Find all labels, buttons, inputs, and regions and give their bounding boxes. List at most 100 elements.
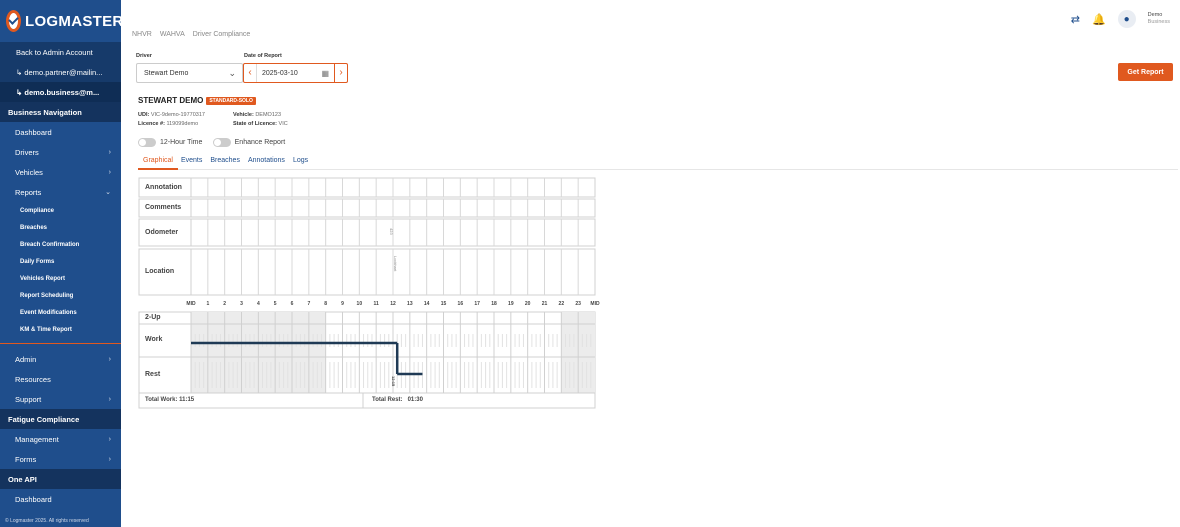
topbar-actions: ⇄ 🔔 ● Demo Business: [1071, 10, 1170, 28]
sidebar-item-label: Admin: [15, 354, 37, 364]
status-row-label: Rest: [145, 371, 161, 378]
sidebar-item-breach-confirmation[interactable]: Breach Confirmation: [0, 236, 121, 253]
bell-icon[interactable]: 🔔: [1092, 13, 1106, 26]
hour12-toggle[interactable]: 12-Hour Time: [138, 138, 202, 147]
sidebar-item-label: Dashboard: [15, 494, 52, 504]
enhance-toggle[interactable]: Enhance Report: [212, 138, 285, 147]
driver-select[interactable]: Stewart Demo ⌄: [136, 63, 243, 83]
user-name: Demo: [1147, 12, 1163, 18]
next-date-button[interactable]: ›: [334, 64, 347, 82]
chevron-right-icon: ›: [108, 395, 111, 403]
hour-label: 20: [524, 301, 531, 307]
prev-date-button[interactable]: ‹: [244, 64, 257, 82]
date-picker[interactable]: ‹ 2025-03-10 ▦ ›: [243, 63, 348, 83]
hour-label: 16: [457, 301, 464, 307]
tab-breaches[interactable]: Breaches: [210, 157, 240, 164]
api-header: One API: [0, 469, 121, 489]
sidebar-item-breaches[interactable]: Breaches: [0, 219, 121, 236]
grid-row-label: Location: [145, 268, 175, 275]
sidebar-item-dashboard[interactable]: Dashboard: [0, 489, 121, 509]
sidebar-item-event-modifications[interactable]: Event Modifications: [0, 304, 121, 321]
total-rest-label: Total Rest:: [372, 397, 403, 403]
sidebar-item-admin[interactable]: Admin ›: [0, 349, 121, 369]
sidebar-item-compliance[interactable]: Compliance: [0, 202, 121, 219]
account-item[interactable]: Back to Admin Account: [0, 42, 121, 62]
tab-driver-compliance[interactable]: Driver Compliance: [193, 31, 251, 38]
hour-label: 3: [240, 301, 243, 307]
tabs-divider: [138, 169, 1178, 170]
toggle-switch[interactable]: [138, 138, 156, 147]
sidebar-item-label: Support: [15, 394, 42, 404]
tab-events[interactable]: Events: [181, 157, 202, 164]
tab-graphical[interactable]: Graphical: [143, 157, 173, 164]
api-nav: Dashboard: [0, 489, 121, 509]
account-switcher: Back to Admin Account ↳ demo.partner@mail…: [0, 42, 121, 102]
total-rest-value: 01:30: [407, 397, 423, 403]
logo-check-icon: [6, 10, 21, 32]
get-report-button[interactable]: Get Report: [1118, 63, 1173, 81]
hour-label: 18: [491, 301, 497, 307]
sidebar-item-forms[interactable]: Forms ›: [0, 449, 121, 469]
tab-logs[interactable]: Logs: [293, 157, 308, 164]
account-item-label: ↳ demo.business@m...: [16, 87, 100, 97]
tab-wahva[interactable]: WAHVA: [160, 31, 185, 38]
date-label: Date of Report: [244, 53, 282, 59]
swap-icon[interactable]: ⇄: [1071, 13, 1080, 26]
chevron-down-icon: ⌄: [228, 68, 236, 78]
sidebar-item-label: Management: [15, 434, 59, 444]
chevron-down-icon: ⌄: [105, 189, 111, 196]
date-input[interactable]: 2025-03-10: [257, 70, 321, 77]
sidebar-item-label: Report Scheduling: [20, 292, 74, 299]
sidebar-item-resources[interactable]: Resources: [0, 369, 121, 389]
user-avatar[interactable]: ●: [1117, 10, 1136, 28]
sidebar-item-daily-forms[interactable]: Daily Forms: [0, 253, 121, 270]
sidebar-item-label: Compliance: [20, 207, 55, 214]
calendar-icon[interactable]: ▦: [321, 69, 329, 78]
tab-annotations[interactable]: Annotations: [248, 157, 285, 164]
top-tabs: NHVR WAHVA Driver Compliance: [132, 31, 250, 38]
sidebar-item-label: Drivers: [15, 147, 39, 157]
hour-label: 1: [206, 301, 210, 307]
hour-label: 2: [223, 301, 227, 307]
reports-submenu: Compliance Breaches Breach Confirmation Dai…: [0, 202, 121, 338]
chevron-right-icon: ›: [108, 148, 111, 156]
sidebar-item-dashboard[interactable]: Dashboard: [0, 122, 121, 142]
sidebar-item-vehicles[interactable]: Vehicles ›: [0, 162, 121, 182]
total-work-value: 11:15: [179, 397, 195, 403]
sidebar-item-vehicles-report[interactable]: Vehicles Report: [0, 270, 121, 287]
sidebar-item-drivers[interactable]: Drivers ›: [0, 142, 121, 162]
sidebar-item-label: Daily Forms: [20, 258, 55, 265]
driver-label: Driver: [136, 53, 152, 59]
driver-info: STEWART DEMO STANDARD-SOLO: [138, 96, 256, 105]
user-role: Business: [1147, 19, 1170, 25]
sidebar-item-support[interactable]: Support ›: [0, 389, 121, 409]
tab-nhvr[interactable]: NHVR: [132, 31, 152, 38]
sidebar-item-report-scheduling[interactable]: Report Scheduling: [0, 287, 121, 304]
account-item-label: ↳ demo.partner@mailin...: [16, 67, 103, 77]
status-grid-box: [138, 311, 596, 394]
toggle-switch[interactable]: [212, 138, 231, 147]
grid-row-box: [138, 198, 596, 218]
hour-label: 23: [575, 301, 581, 307]
brand-name: LOGMASTER: [25, 12, 124, 30]
account-item[interactable]: ↳ demo.business@m...: [0, 82, 121, 102]
hour-label: MID: [186, 301, 196, 307]
brand-logo[interactable]: LOGMASTER: [0, 0, 124, 42]
user-info[interactable]: Demo Business: [1148, 12, 1170, 26]
sidebar-item-label: KM & Time Report: [20, 326, 72, 333]
sidebar-item-management[interactable]: Management ›: [0, 429, 121, 449]
sidebar-item-reports[interactable]: Reports ⌄: [0, 182, 121, 202]
sidebar-footer: © Logmaster 2025. All rights reserved: [5, 518, 89, 524]
sidebar-item-km-time-report[interactable]: KM & Time Report: [0, 321, 121, 338]
night-shade: [191, 312, 326, 393]
driver-name: STEWART DEMO: [138, 96, 204, 105]
hour-label: 21: [541, 301, 548, 307]
licence-meta: Licence #: 119099demo: [138, 121, 199, 127]
sidebar-item-label: Breaches: [20, 224, 48, 231]
chevron-right-icon: ›: [108, 435, 111, 443]
sidebar: LOGMASTER Back to Admin Account ↳ demo.pa…: [0, 0, 124, 527]
hour-label: 10: [356, 301, 363, 307]
account-item[interactable]: ↳ demo.partner@mailin...: [0, 62, 121, 82]
grid-row-label: Comments: [145, 204, 182, 211]
grid-row-box: [138, 248, 596, 296]
